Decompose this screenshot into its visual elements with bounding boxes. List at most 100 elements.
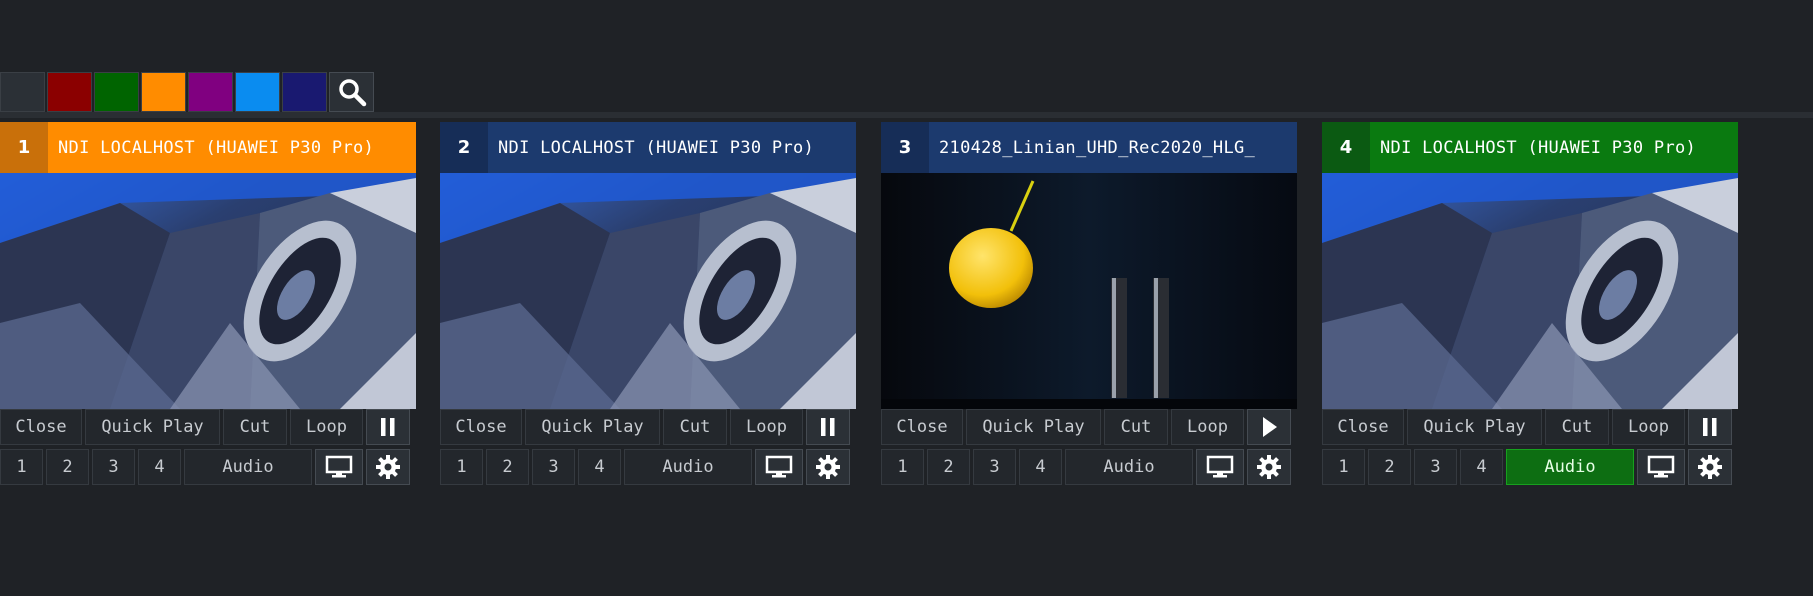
swatch-green[interactable] bbox=[94, 72, 139, 112]
output-4-button[interactable]: 4 bbox=[578, 449, 621, 485]
output-1-button[interactable]: 1 bbox=[440, 449, 483, 485]
output-2-button[interactable]: 2 bbox=[1368, 449, 1411, 485]
card-title: NDI LOCALHOST (HUAWEI P30 Pro) bbox=[1380, 137, 1697, 158]
swatch-blue[interactable] bbox=[235, 72, 280, 112]
gear-icon bbox=[1698, 455, 1722, 479]
monitor-button[interactable] bbox=[315, 449, 363, 485]
search-icon bbox=[338, 79, 366, 107]
loop-button[interactable]: Loop bbox=[1171, 409, 1244, 445]
transport-controls: Close Quick Play Cut Loop bbox=[881, 409, 1297, 445]
cut-button[interactable]: Cut bbox=[1104, 409, 1168, 445]
monitor-icon bbox=[325, 455, 353, 478]
cut-button[interactable]: Cut bbox=[223, 409, 287, 445]
card-number: 1 bbox=[0, 122, 48, 173]
transport-controls: Close Quick Play Cut Loop bbox=[1322, 409, 1738, 445]
monitor-button[interactable] bbox=[755, 449, 803, 485]
close-button[interactable]: Close bbox=[0, 409, 82, 445]
output-1-button[interactable]: 1 bbox=[1322, 449, 1365, 485]
swatch-dark[interactable] bbox=[0, 72, 45, 112]
video-preview[interactable] bbox=[0, 173, 416, 409]
audio-button[interactable]: Audio bbox=[184, 449, 312, 485]
output-controls: 1234 Audio bbox=[881, 449, 1297, 485]
quick-play-button[interactable]: Quick Play bbox=[1407, 409, 1542, 445]
play-icon bbox=[1263, 417, 1277, 437]
video-preview[interactable] bbox=[1322, 173, 1738, 409]
output-2-button[interactable]: 2 bbox=[486, 449, 529, 485]
quick-play-button[interactable]: Quick Play bbox=[966, 409, 1101, 445]
output-controls: 1234 Audio bbox=[440, 449, 856, 485]
player-card-3: 3 210428_Linian_UHD_Rec2020_HLG_ Close Q… bbox=[881, 122, 1297, 488]
video-frame-camera bbox=[1322, 173, 1738, 409]
settings-button[interactable] bbox=[1688, 449, 1732, 485]
swatch-purple[interactable] bbox=[188, 72, 233, 112]
transport-controls: Close Quick Play Cut Loop bbox=[0, 409, 416, 445]
gear-icon bbox=[816, 455, 840, 479]
output-controls: 1234 Audio bbox=[1322, 449, 1738, 485]
transport-controls: Close Quick Play Cut Loop bbox=[440, 409, 856, 445]
card-title: NDI LOCALHOST (HUAWEI P30 Pro) bbox=[58, 137, 375, 158]
swatch-navy[interactable] bbox=[282, 72, 327, 112]
output-3-button[interactable]: 3 bbox=[1414, 449, 1457, 485]
audio-button[interactable]: Audio bbox=[624, 449, 752, 485]
toolbar-divider bbox=[0, 112, 1813, 118]
search-button[interactable] bbox=[329, 72, 374, 112]
output-1-button[interactable]: 1 bbox=[0, 449, 43, 485]
card-number: 4 bbox=[1322, 122, 1370, 173]
close-button[interactable]: Close bbox=[440, 409, 522, 445]
output-4-button[interactable]: 4 bbox=[1460, 449, 1503, 485]
output-2-button[interactable]: 2 bbox=[46, 449, 89, 485]
loop-button[interactable]: Loop bbox=[290, 409, 363, 445]
player-card-2: 2 NDI LOCALHOST (HUAWEI P30 Pro) Close Q… bbox=[440, 122, 856, 488]
swatch-red[interactable] bbox=[47, 72, 92, 112]
monitor-button[interactable] bbox=[1637, 449, 1685, 485]
card-title: 210428_Linian_UHD_Rec2020_HLG_ bbox=[939, 137, 1256, 158]
audio-button[interactable]: Audio bbox=[1065, 449, 1193, 485]
pause-button[interactable] bbox=[806, 409, 850, 445]
audio-button[interactable]: Audio bbox=[1506, 449, 1634, 485]
output-1-button[interactable]: 1 bbox=[881, 449, 924, 485]
video-frame-camera bbox=[0, 173, 416, 409]
gear-icon bbox=[1257, 455, 1281, 479]
pause-button[interactable] bbox=[366, 409, 410, 445]
play-button[interactable] bbox=[1247, 409, 1291, 445]
output-3-button[interactable]: 3 bbox=[92, 449, 135, 485]
card-header[interactable]: 4 NDI LOCALHOST (HUAWEI P30 Pro) bbox=[1322, 122, 1738, 173]
pause-button[interactable] bbox=[1688, 409, 1732, 445]
card-header[interactable]: 2 NDI LOCALHOST (HUAWEI P30 Pro) bbox=[440, 122, 856, 173]
color-swatch-toolbar bbox=[0, 72, 374, 112]
card-number: 3 bbox=[881, 122, 929, 173]
output-4-button[interactable]: 4 bbox=[1019, 449, 1062, 485]
video-preview[interactable] bbox=[440, 173, 856, 409]
monitor-button[interactable] bbox=[1196, 449, 1244, 485]
video-frame-balloon bbox=[881, 173, 1297, 409]
card-header[interactable]: 3 210428_Linian_UHD_Rec2020_HLG_ bbox=[881, 122, 1297, 173]
player-card-1: 1 NDI LOCALHOST (HUAWEI P30 Pro) Close Q… bbox=[0, 122, 416, 488]
card-header[interactable]: 1 NDI LOCALHOST (HUAWEI P30 Pro) bbox=[0, 122, 416, 173]
cut-button[interactable]: Cut bbox=[663, 409, 727, 445]
quick-play-button[interactable]: Quick Play bbox=[85, 409, 220, 445]
monitor-icon bbox=[765, 455, 793, 478]
video-frame-camera bbox=[440, 173, 856, 409]
loop-button[interactable]: Loop bbox=[1612, 409, 1685, 445]
output-3-button[interactable]: 3 bbox=[973, 449, 1016, 485]
monitor-icon bbox=[1206, 455, 1234, 478]
loop-button[interactable]: Loop bbox=[730, 409, 803, 445]
card-title: NDI LOCALHOST (HUAWEI P30 Pro) bbox=[498, 137, 815, 158]
pause-icon bbox=[381, 418, 395, 436]
settings-button[interactable] bbox=[806, 449, 850, 485]
close-button[interactable]: Close bbox=[1322, 409, 1404, 445]
gear-icon bbox=[376, 455, 400, 479]
output-2-button[interactable]: 2 bbox=[927, 449, 970, 485]
video-preview[interactable] bbox=[881, 173, 1297, 409]
settings-button[interactable] bbox=[366, 449, 410, 485]
output-3-button[interactable]: 3 bbox=[532, 449, 575, 485]
pause-icon bbox=[821, 418, 835, 436]
output-4-button[interactable]: 4 bbox=[138, 449, 181, 485]
cut-button[interactable]: Cut bbox=[1545, 409, 1609, 445]
quick-play-button[interactable]: Quick Play bbox=[525, 409, 660, 445]
pause-icon bbox=[1703, 418, 1717, 436]
monitor-icon bbox=[1647, 455, 1675, 478]
swatch-orange[interactable] bbox=[141, 72, 186, 112]
settings-button[interactable] bbox=[1247, 449, 1291, 485]
close-button[interactable]: Close bbox=[881, 409, 963, 445]
